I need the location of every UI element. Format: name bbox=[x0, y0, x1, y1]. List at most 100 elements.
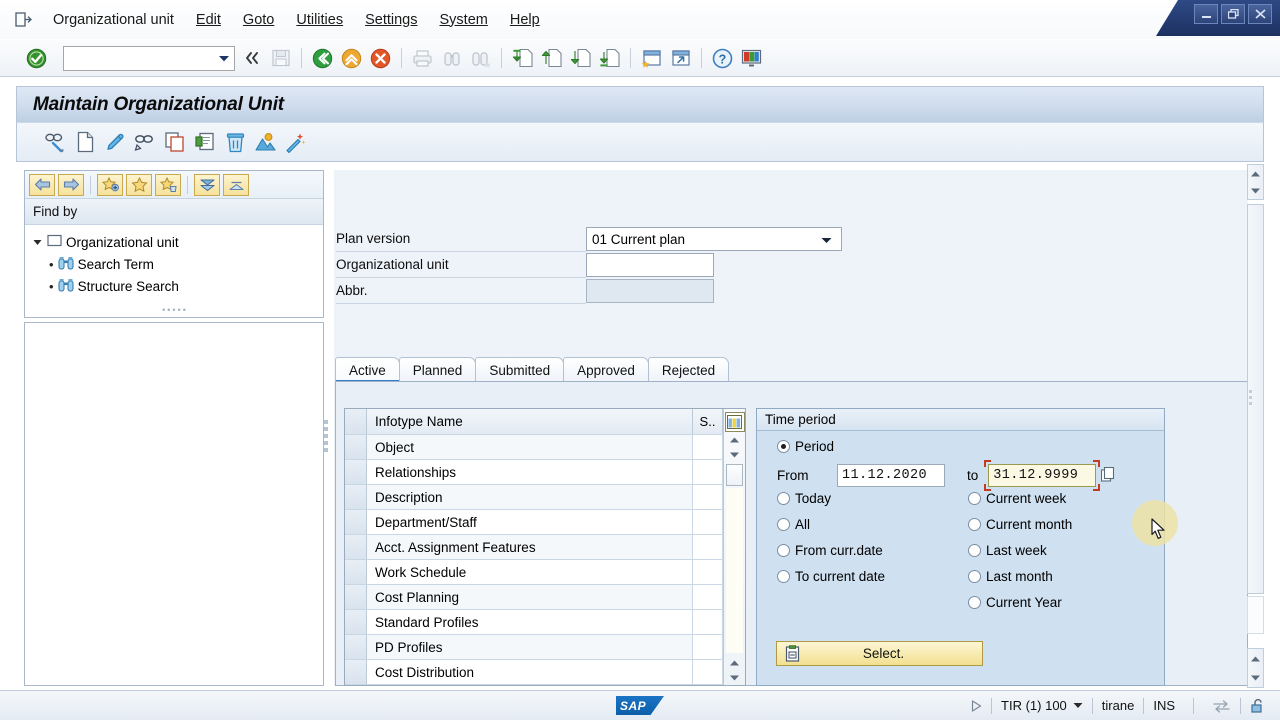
menu-system[interactable]: System bbox=[429, 9, 499, 31]
create-shortcut-icon[interactable] bbox=[668, 46, 693, 71]
back-arrow-button[interactable] bbox=[29, 173, 55, 196]
radio-all[interactable]: All bbox=[777, 517, 810, 532]
back-icon[interactable] bbox=[310, 46, 335, 71]
page-scrollbar-track[interactable] bbox=[1247, 596, 1264, 634]
tree-node-organizational-unit[interactable]: Organizational unit bbox=[31, 231, 323, 253]
row-selector[interactable] bbox=[345, 485, 367, 509]
value-help-icon[interactable] bbox=[1101, 466, 1115, 485]
scroll-up-button[interactable] bbox=[1248, 166, 1263, 181]
radio-today[interactable]: Today bbox=[777, 491, 831, 506]
horizontal-splitter[interactable] bbox=[1249, 390, 1252, 405]
first-page-icon[interactable] bbox=[510, 46, 535, 71]
expand-all-button[interactable] bbox=[223, 173, 249, 196]
create-icon[interactable] bbox=[71, 128, 99, 156]
create-session-icon[interactable] bbox=[639, 46, 664, 71]
organizational-structure-icon[interactable] bbox=[251, 128, 279, 156]
close-icon[interactable] bbox=[1248, 4, 1272, 24]
scroll-up-button[interactable] bbox=[1248, 651, 1263, 666]
scroll-down-button[interactable] bbox=[1248, 183, 1263, 198]
tab-planned[interactable]: Planned bbox=[398, 357, 477, 382]
last-page-icon[interactable] bbox=[597, 46, 622, 71]
display-relationships-icon[interactable] bbox=[131, 128, 159, 156]
radio-from-curr-date[interactable]: From curr.date bbox=[777, 543, 883, 558]
menu-goto[interactable]: Goto bbox=[232, 9, 285, 31]
vertical-splitter[interactable] bbox=[322, 412, 330, 460]
chevron-down-icon[interactable] bbox=[218, 51, 230, 66]
table-scrollbar[interactable] bbox=[723, 409, 745, 685]
scroll-down-button[interactable] bbox=[726, 447, 744, 462]
chevron-down-icon[interactable] bbox=[821, 232, 836, 247]
table-settings-icon[interactable] bbox=[724, 412, 745, 432]
radio-last-week[interactable]: Last week bbox=[968, 543, 1047, 558]
print-icon[interactable] bbox=[410, 46, 435, 71]
scroll-page-up-button[interactable] bbox=[726, 655, 744, 670]
table-row[interactable]: Relationships bbox=[345, 460, 723, 485]
menu-edit[interactable]: Edit bbox=[185, 9, 232, 31]
scroll-down-button[interactable] bbox=[1248, 670, 1263, 685]
favorite-button[interactable] bbox=[126, 173, 152, 196]
plan-version-select[interactable]: 01 Current plan bbox=[586, 227, 842, 251]
double-chevron-left-icon[interactable] bbox=[239, 46, 264, 71]
table-row[interactable]: Department/Staff bbox=[345, 510, 723, 535]
delimit-icon[interactable] bbox=[191, 128, 219, 156]
org-unit-input[interactable] bbox=[586, 253, 714, 277]
from-date-input[interactable]: 11.12.2020 bbox=[837, 464, 945, 487]
radio-current-year[interactable]: Current Year bbox=[968, 595, 1062, 610]
table-row[interactable]: Work Schedule bbox=[345, 560, 723, 585]
save-icon[interactable] bbox=[268, 46, 293, 71]
table-row[interactable]: Acct. Assignment Features bbox=[345, 535, 723, 560]
magic-wand-icon[interactable] bbox=[281, 128, 309, 156]
copy-icon[interactable] bbox=[161, 128, 189, 156]
delete-icon[interactable] bbox=[221, 128, 249, 156]
scroll-page-down-button[interactable] bbox=[726, 670, 744, 685]
unlocked-icon[interactable] bbox=[1250, 698, 1266, 714]
servertime-play-icon[interactable] bbox=[971, 699, 982, 712]
radio-last-month[interactable]: Last month bbox=[968, 569, 1053, 584]
green-check-enter-icon[interactable] bbox=[24, 46, 49, 71]
tab-rejected[interactable]: Rejected bbox=[647, 357, 730, 382]
menu-settings[interactable]: Settings bbox=[354, 9, 428, 31]
table-row[interactable]: Object bbox=[345, 435, 723, 460]
collapse-all-button[interactable] bbox=[194, 173, 220, 196]
content-scroll-top[interactable] bbox=[1247, 164, 1264, 200]
radio-current-month[interactable]: Current month bbox=[968, 517, 1072, 532]
radio-current-week[interactable]: Current week bbox=[968, 491, 1066, 506]
menu-help[interactable]: Help bbox=[499, 9, 551, 31]
radio-to-current-date[interactable]: To current date bbox=[777, 569, 885, 584]
add-favorite-button[interactable] bbox=[97, 173, 123, 196]
tab-approved[interactable]: Approved bbox=[563, 357, 649, 382]
customize-layout-icon[interactable] bbox=[739, 46, 764, 71]
row-selector[interactable] bbox=[345, 560, 367, 584]
display-icon[interactable] bbox=[41, 128, 69, 156]
delete-favorite-button[interactable] bbox=[155, 173, 181, 196]
tab-submitted[interactable]: Submitted bbox=[475, 357, 565, 382]
scroll-up-button[interactable] bbox=[726, 432, 744, 447]
select-button[interactable]: Select. bbox=[776, 641, 983, 666]
row-selector[interactable] bbox=[345, 585, 367, 609]
status-insert-mode[interactable]: INS bbox=[1153, 698, 1175, 713]
table-row[interactable]: Cost Planning bbox=[345, 585, 723, 610]
row-selector[interactable] bbox=[345, 635, 367, 659]
to-date-input[interactable]: 31.12.9999 bbox=[988, 464, 1097, 487]
select-all-cell[interactable] bbox=[345, 409, 367, 434]
status-system[interactable]: TIR (1) 100 bbox=[1001, 698, 1067, 713]
scrollbar-thumb[interactable] bbox=[726, 464, 743, 486]
restore-icon[interactable] bbox=[1221, 4, 1245, 24]
previous-page-icon[interactable] bbox=[539, 46, 564, 71]
command-field[interactable] bbox=[63, 45, 235, 71]
chevron-down-icon[interactable] bbox=[1073, 702, 1083, 709]
change-icon[interactable] bbox=[101, 128, 129, 156]
menu-organizational-unit[interactable]: Organizational unit bbox=[42, 9, 185, 31]
table-row[interactable]: Standard Profiles bbox=[345, 610, 723, 635]
row-selector[interactable] bbox=[345, 610, 367, 634]
radio-period[interactable]: Period bbox=[777, 439, 834, 454]
row-selector[interactable] bbox=[345, 460, 367, 484]
panel-resize-grip[interactable]: ••••• bbox=[25, 305, 325, 315]
minimize-icon[interactable] bbox=[1194, 4, 1218, 24]
find-next-icon[interactable] bbox=[468, 46, 493, 71]
chevron-down-icon[interactable] bbox=[31, 239, 43, 246]
row-selector[interactable] bbox=[345, 660, 367, 684]
content-scroll-bottom[interactable] bbox=[1247, 648, 1264, 688]
sap-system-menu-icon[interactable] bbox=[10, 9, 36, 31]
find-icon[interactable] bbox=[439, 46, 464, 71]
